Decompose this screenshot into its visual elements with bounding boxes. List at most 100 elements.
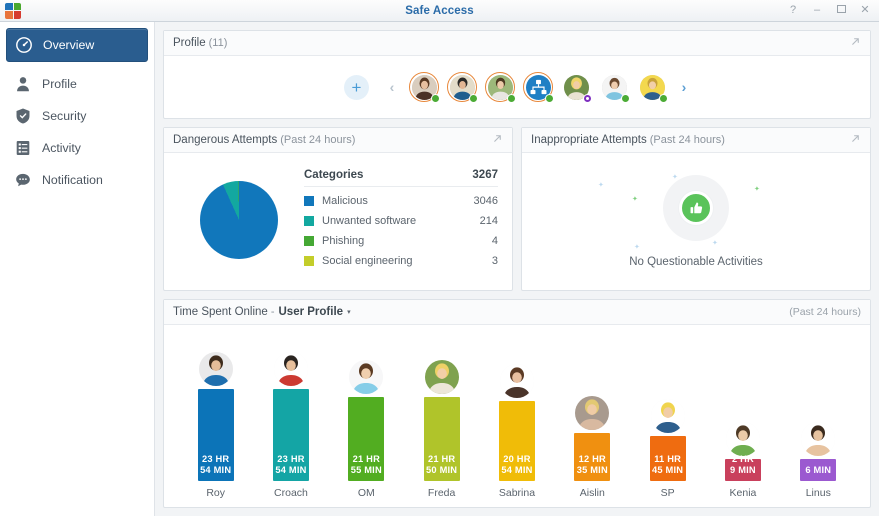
bar-value-label: 21 HR 55 MIN — [350, 454, 382, 475]
sidebar-item-security[interactable]: Security — [0, 100, 154, 132]
maximize-button[interactable] — [835, 5, 847, 16]
bar-avatar — [725, 422, 760, 456]
bar-value-label: 23 HR 54 MIN — [275, 454, 307, 475]
sidebar-item-notification[interactable]: Notification — [0, 164, 154, 196]
profile-avatar-7[interactable] — [637, 72, 668, 103]
expand-arrow-icon[interactable] — [850, 36, 861, 49]
legend-label: Phishing — [322, 235, 365, 247]
bar-column[interactable]: 20 HR 54 MIN Sabrina — [484, 333, 550, 499]
bar-avatar — [575, 396, 610, 430]
bar[interactable]: 20 HR 54 MIN — [498, 401, 535, 481]
no-activity-text: No Questionable Activities — [629, 256, 763, 268]
window-title: Safe Access — [405, 4, 474, 17]
bar-name-label: OM — [357, 487, 375, 499]
inappropriate-attempts-panel: Inappropriate Attempts (Past 24 hours) ✦… — [521, 127, 871, 291]
bar-avatar — [424, 360, 459, 394]
sparkle-decor: ✦ — [754, 186, 760, 193]
legend-row: Unwanted software 214 — [304, 211, 498, 231]
sidebar-item-activity[interactable]: Activity — [0, 132, 154, 164]
legend-value: 214 — [479, 215, 498, 227]
bar[interactable]: 11 HR 45 MIN — [649, 436, 686, 481]
close-button[interactable]: ✕ — [859, 5, 871, 16]
profile-avatar-1[interactable] — [409, 72, 440, 103]
bar-value-label: 21 HR 50 MIN — [426, 454, 458, 475]
status-badge — [507, 94, 516, 103]
pie-legend: Categories 3267 Malicious 3046 Unwanted … — [304, 161, 502, 278]
legend-value: 4 — [491, 235, 498, 247]
window-controls: ? – ✕ — [787, 5, 871, 16]
help-button[interactable]: ? — [787, 5, 799, 16]
bar-avatar — [273, 352, 308, 386]
chevron-down-icon[interactable]: ▾ — [347, 308, 351, 316]
bar-name-label: Freda — [427, 487, 456, 499]
expand-arrow-icon[interactable] — [492, 133, 503, 146]
bar-column[interactable]: 21 HR 55 MIN OM — [333, 333, 399, 499]
bar-value-label: 11 HR 45 MIN — [652, 454, 684, 475]
profile-avatar-5[interactable] — [561, 72, 592, 103]
bar[interactable]: 21 HR 50 MIN — [423, 397, 460, 481]
status-badge — [545, 94, 554, 103]
sidebar-item-overview[interactable]: Overview — [6, 28, 148, 62]
profile-avatar-strip: + ‹ › — [164, 56, 870, 118]
user-profile-selector[interactable]: User Profile — [279, 306, 344, 318]
dangerous-attempts-panel: Dangerous Attempts (Past 24 hours) Categ — [163, 127, 513, 291]
bar-column[interactable]: 23 HR 54 MIN Roy — [183, 333, 249, 499]
prev-profiles-button[interactable]: ‹ — [386, 79, 398, 95]
bar-value-label: 6 MIN — [805, 464, 832, 475]
gauge-icon — [15, 36, 33, 54]
dangerous-panel-body: Categories 3267 Malicious 3046 Unwanted … — [164, 153, 512, 290]
minimize-button[interactable]: – — [811, 5, 823, 16]
bar-value-label: 2 HR 9 MIN — [730, 454, 756, 475]
bar-name-label: Sabrina — [498, 487, 536, 499]
bar-column[interactable]: 23 HR 54 MIN Croach — [258, 333, 324, 499]
add-profile-button[interactable]: + — [344, 74, 369, 100]
sidebar-item-label: Security — [42, 109, 87, 123]
sidebar-item-label: Activity — [42, 141, 81, 155]
bar-column[interactable]: 6 MIN Linus — [785, 333, 851, 499]
stats-row: Dangerous Attempts (Past 24 hours) Categ — [163, 127, 871, 291]
chat-bubble-icon — [14, 171, 32, 189]
legend-swatch-phishing — [304, 236, 314, 246]
bar-column[interactable]: 2 HR 9 MIN Kenia — [710, 333, 776, 499]
pie-chart-wrap — [174, 161, 304, 278]
sidebar-item-label: Profile — [42, 77, 77, 91]
legend-row: Phishing 4 — [304, 231, 498, 251]
bar-name-label: Croach — [274, 487, 308, 499]
bar[interactable]: 23 HR 54 MIN — [272, 389, 309, 481]
person-icon — [14, 75, 32, 93]
bar[interactable]: 12 HR 35 MIN — [574, 433, 611, 481]
bar[interactable]: 21 HR 55 MIN — [348, 397, 385, 481]
bar-avatar — [198, 352, 233, 386]
bar-column[interactable]: 21 HR 50 MIN Freda — [409, 333, 475, 499]
inappropriate-panel-title: Inappropriate Attempts — [531, 134, 647, 146]
bar-name-label: Kenia — [729, 487, 757, 499]
profile-avatar-2[interactable] — [447, 72, 478, 103]
bar[interactable]: 23 HR 54 MIN — [197, 389, 234, 481]
avatar-list — [409, 72, 668, 103]
bar-column[interactable]: 11 HR 45 MIN SP — [635, 333, 701, 499]
bar-avatar — [801, 422, 836, 456]
bar-value-label: 12 HR 35 MIN — [576, 454, 608, 475]
expand-arrow-icon[interactable] — [850, 133, 861, 146]
status-badge — [469, 94, 478, 103]
sidebar-item-profile[interactable]: Profile — [0, 68, 154, 100]
legend-header-label: Categories — [304, 169, 364, 181]
inappropriate-panel-body: ✦ ✦ ✦ ✦ ✦ ✦ ✦ ✦ No Questionable — [522, 153, 870, 290]
profile-avatar-group[interactable] — [523, 72, 554, 103]
bar-avatar — [650, 399, 685, 433]
bar[interactable]: 6 MIN — [800, 459, 837, 481]
bar[interactable]: 2 HR 9 MIN — [724, 454, 761, 481]
legend-label: Malicious — [322, 195, 368, 207]
profile-count: (11) — [208, 37, 228, 49]
sidebar: Overview Profile Security Activity Notif… — [0, 22, 155, 516]
thumbs-up-icon — [679, 191, 713, 225]
sidebar-item-label: Overview — [43, 38, 95, 52]
legend-swatch-social-engineering — [304, 256, 314, 266]
next-profiles-button[interactable]: › — [678, 79, 690, 95]
profile-avatar-6[interactable] — [599, 72, 630, 103]
profile-avatar-3[interactable] — [485, 72, 516, 103]
legend-label: Unwanted software — [322, 215, 417, 227]
status-badge — [583, 94, 592, 103]
bar-column[interactable]: 12 HR 35 MIN Aislin — [559, 333, 625, 499]
bar-name-label: SP — [660, 487, 675, 499]
